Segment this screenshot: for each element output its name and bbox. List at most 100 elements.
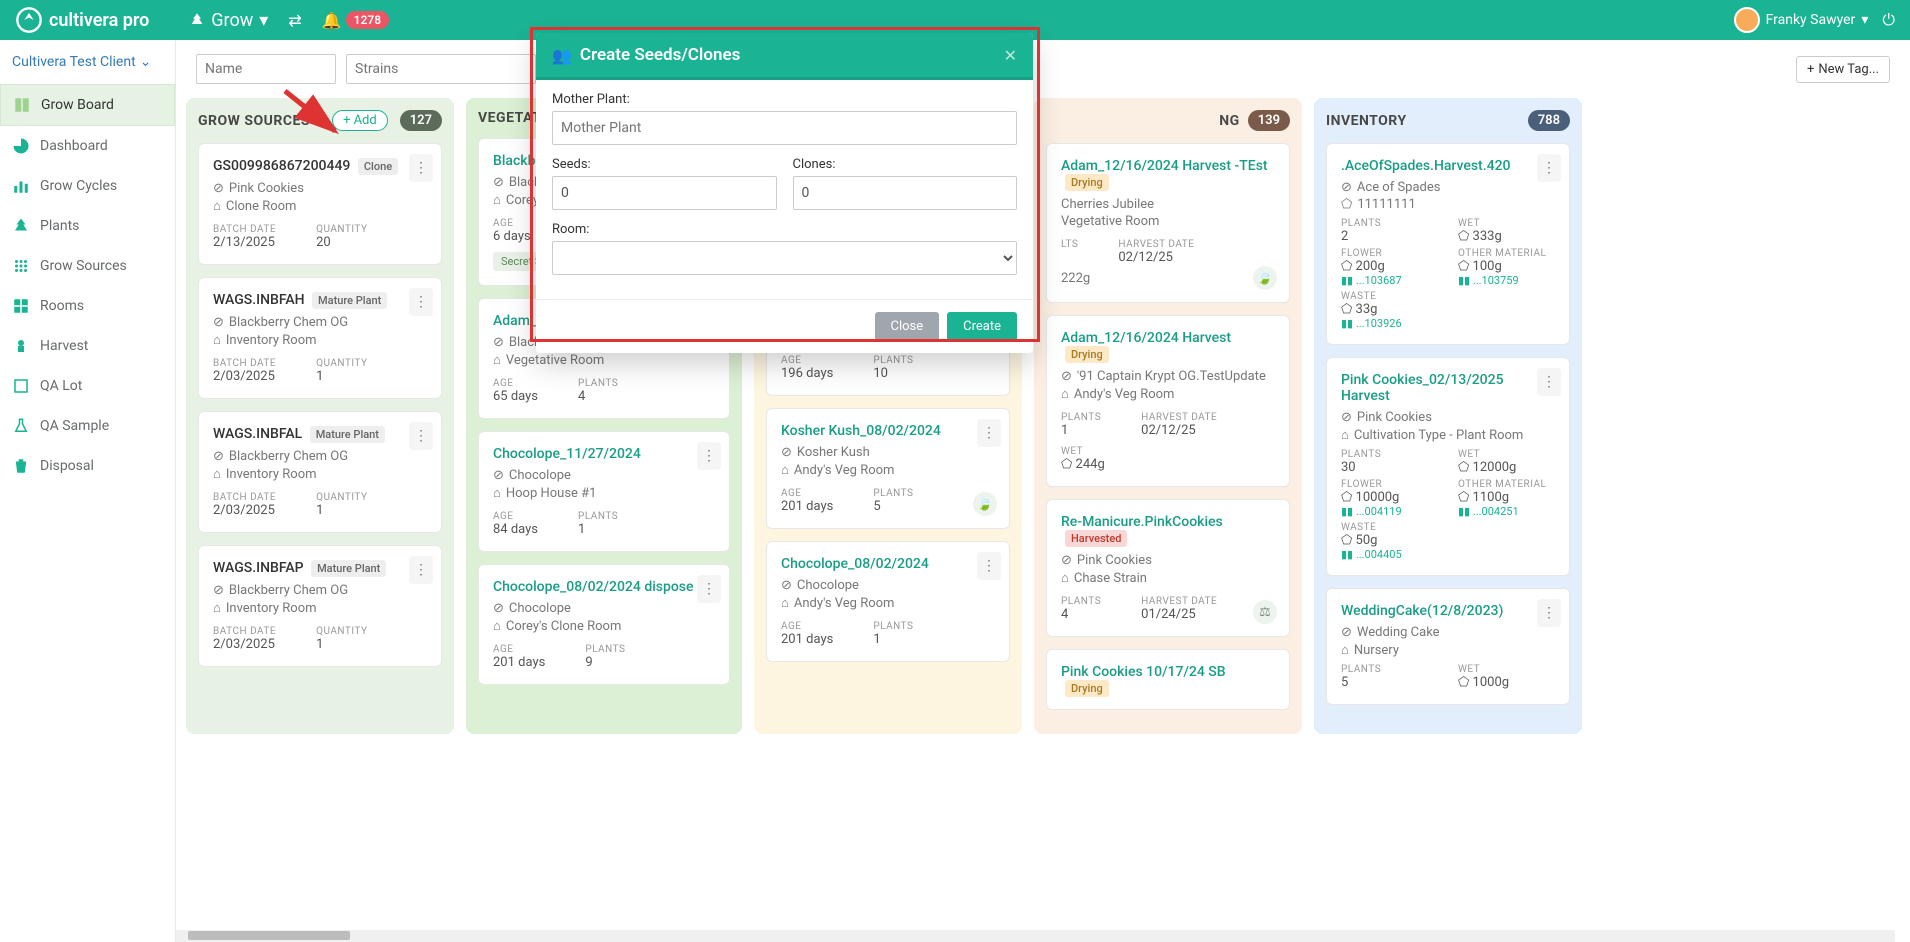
column-count: 139 — [1248, 110, 1290, 131]
add-grow-source-button[interactable]: +Add — [332, 110, 388, 131]
sync-icon[interactable]: ⇄ — [288, 11, 301, 30]
vegetative-card[interactable]: ⋮ Chocolope_08/02/2024 dispose 1 ⊘Chocol… — [478, 564, 730, 685]
type-chip: Mature Plant — [310, 426, 385, 443]
nav-harvest[interactable]: Harvest — [0, 326, 175, 366]
notification-count-badge: 1278 — [346, 11, 389, 29]
status-chip: Drying — [1065, 346, 1109, 363]
leaf-badge-icon: 🍃 — [973, 492, 997, 516]
brand: cultivera pro — [15, 6, 149, 34]
nav-grow-sources[interactable]: Grow Sources — [0, 246, 175, 286]
sidebar: Cultivera Test Client⌄ Grow Board Dashbo… — [0, 40, 176, 942]
name-filter-input[interactable] — [196, 54, 336, 84]
create-seeds-clones-modal: 👥 Create Seeds/Clones ✕ Mother Plant: Se… — [536, 33, 1033, 353]
notifications-button[interactable]: 🔔 1278 — [322, 11, 389, 30]
seeds-label: Seeds: — [552, 157, 777, 172]
modal-close-button[interactable]: ✕ — [1004, 46, 1017, 65]
trash-icon — [12, 457, 30, 475]
drying-card[interactable]: Adam_12/16/2024 Harvest -TEst Drying Che… — [1046, 143, 1290, 303]
new-tag-button[interactable]: +New Tag... — [1796, 56, 1890, 83]
card-menu-button[interactable]: ⋮ — [697, 442, 721, 470]
barcode-link[interactable]: ▮▮ ...004405 — [1341, 548, 1438, 561]
clones-label: Clones: — [793, 157, 1018, 172]
modal-close-button-2[interactable]: Close — [875, 312, 940, 341]
content-area: +New Tag... GROW SOURCES +Add 127 ⋮ GS00… — [176, 40, 1910, 942]
drying-card[interactable]: Re-Manicure.PinkCookies Harvested ⊘Pink … — [1046, 499, 1290, 637]
card-menu-button[interactable]: ⋮ — [1537, 154, 1561, 182]
nav-grow-cycles[interactable]: Grow Cycles — [0, 166, 175, 206]
nav-rooms[interactable]: Rooms — [0, 286, 175, 326]
column-grow-sources: GROW SOURCES +Add 127 ⋮ GS00998686720044… — [186, 98, 454, 734]
strains-filter-input[interactable] — [346, 54, 536, 84]
client-select[interactable]: Cultivera Test Client⌄ — [0, 40, 175, 84]
nav-qa-lot[interactable]: QA Lot — [0, 366, 175, 406]
inventory-card[interactable]: ⋮ WeddingCake(12/8/2023) ⊘Wedding Cake ⌂… — [1326, 588, 1570, 705]
horizontal-scrollbar[interactable] — [176, 930, 1895, 942]
vegetative-card[interactable]: ⋮ Chocolope_11/27/2024 ⊘Chocolope ⌂Hoop … — [478, 431, 730, 552]
drying-card[interactable]: Adam_12/16/2024 Harvest Drying ⊘'91 Capt… — [1046, 315, 1290, 487]
barcode-link[interactable]: ▮▮ ...004119 — [1341, 505, 1438, 518]
filter-bar: +New Tag... — [176, 40, 1910, 98]
column-title: GROW SOURCES — [198, 113, 310, 129]
card-menu-button[interactable]: ⋮ — [409, 556, 433, 584]
nav-disposal[interactable]: Disposal — [0, 446, 175, 486]
nav-dashboard[interactable]: Dashboard — [0, 126, 175, 166]
card-menu-button[interactable]: ⋮ — [977, 552, 1001, 580]
barcode-link[interactable]: ▮▮ ...103926 — [1341, 317, 1438, 330]
drying-card[interactable]: Pink Cookies 10/17/24 SB Drying — [1046, 649, 1290, 710]
card-menu-button[interactable]: ⋮ — [409, 422, 433, 450]
card-menu-button[interactable]: ⋮ — [697, 575, 721, 603]
type-chip: Mature Plant — [312, 292, 387, 309]
chevron-down-icon: ⌄ — [140, 54, 152, 70]
mother-plant-input[interactable] — [552, 111, 1017, 145]
card-menu-button[interactable]: ⋮ — [977, 419, 1001, 447]
home-icon: ⌂ — [213, 198, 221, 214]
flowering-card[interactable]: ⋮ Kosher Kush_08/02/2024 ⊘Kosher Kush ⌂A… — [766, 408, 1010, 529]
pie-icon — [12, 137, 30, 155]
column-title: NG — [1219, 113, 1239, 129]
flowering-card[interactable]: ⋮ Chocolope_08/02/2024 ⊘Chocolope ⌂Andy'… — [766, 541, 1010, 662]
grow-source-card[interactable]: ⋮ WAGS.INBFAP Mature Plant ⊘Blackberry C… — [198, 545, 442, 667]
flask-icon — [12, 417, 30, 435]
board-icon — [13, 96, 31, 114]
user-menu[interactable]: Franky Sawyer ▾ — [1734, 7, 1869, 33]
barcode-link[interactable]: ▮▮ ...103687 — [1341, 274, 1438, 287]
caret-down-icon: ▾ — [259, 10, 268, 31]
column-drying: NG 139 Adam_12/16/2024 Harvest -TEst Dryi… — [1034, 98, 1302, 734]
mother-plant-label: Mother Plant: — [552, 92, 1017, 107]
avatar — [1734, 7, 1760, 33]
grow-source-card[interactable]: ⋮ GS009986867200449 Clone ⊘Pink Cookies … — [198, 143, 442, 265]
nav-plants[interactable]: Plants — [0, 206, 175, 246]
power-icon[interactable]: ⏻ — [1882, 10, 1895, 30]
nav-grow-board[interactable]: Grow Board — [0, 84, 175, 126]
card-menu-button[interactable]: ⋮ — [1537, 599, 1561, 627]
status-chip: Drying — [1065, 680, 1109, 697]
type-chip: Clone — [358, 158, 398, 175]
bar-icon — [12, 177, 30, 195]
modal-title: Create Seeds/Clones — [580, 45, 740, 65]
seeds-input[interactable] — [552, 176, 777, 210]
card-menu-button[interactable]: ⋮ — [1537, 368, 1561, 396]
type-chip: Mature Plant — [311, 560, 386, 577]
tree-icon — [189, 12, 205, 28]
inventory-card[interactable]: ⋮ Pink Cookies_02/13/2025 Harvest ⊘Pink … — [1326, 357, 1570, 576]
card-menu-button[interactable]: ⋮ — [409, 154, 433, 182]
nav-qa-sample[interactable]: QA Sample — [0, 406, 175, 446]
room-select[interactable] — [552, 241, 1017, 275]
card-menu-button[interactable]: ⋮ — [409, 288, 433, 316]
caret-down-icon: ▾ — [1861, 12, 1868, 28]
room-label: Room: — [552, 222, 1017, 237]
leaf-badge-icon: 🍃 — [1253, 266, 1277, 290]
modal-create-button[interactable]: Create — [947, 312, 1017, 341]
barcode-link[interactable]: ▮▮ ...103759 — [1458, 274, 1555, 287]
grow-source-card[interactable]: ⋮ WAGS.INBFAH Mature Plant ⊘Blackberry C… — [198, 277, 442, 399]
clones-input[interactable] — [793, 176, 1018, 210]
harvest-icon — [12, 337, 30, 355]
section-select-grow[interactable]: Grow ▾ — [189, 10, 268, 31]
leaf-icon: ⊘ — [213, 181, 224, 196]
column-count: 788 — [1528, 110, 1570, 131]
scale-badge-icon: ⚖ — [1253, 600, 1277, 624]
grow-source-card[interactable]: ⋮ WAGS.INBFAL Mature Plant ⊘Blackberry C… — [198, 411, 442, 533]
barcode-link[interactable]: ▮▮ ...004251 — [1458, 505, 1555, 518]
inventory-card[interactable]: ⋮ .AceOfSpades.Harvest.420 ⊘Ace of Spade… — [1326, 143, 1570, 345]
scrollbar-thumb[interactable] — [188, 931, 350, 940]
